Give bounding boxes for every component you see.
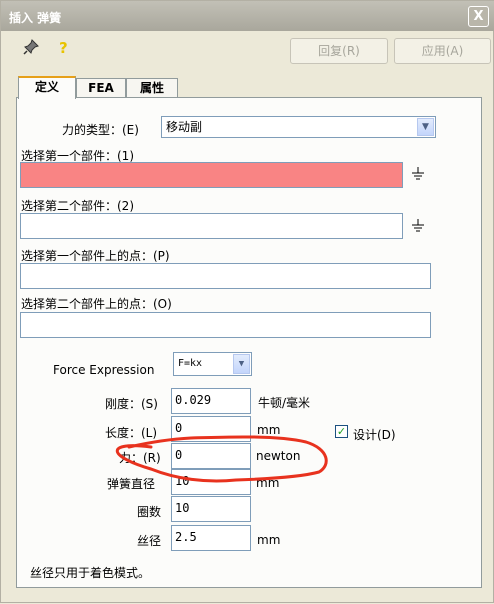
dialog-window: 插入 弹簧 X ? 回复(R) 应用(A) 定义 FEA 属性 力的类型：(E)… (0, 0, 494, 603)
tab-definition[interactable]: 定义 (18, 76, 76, 99)
